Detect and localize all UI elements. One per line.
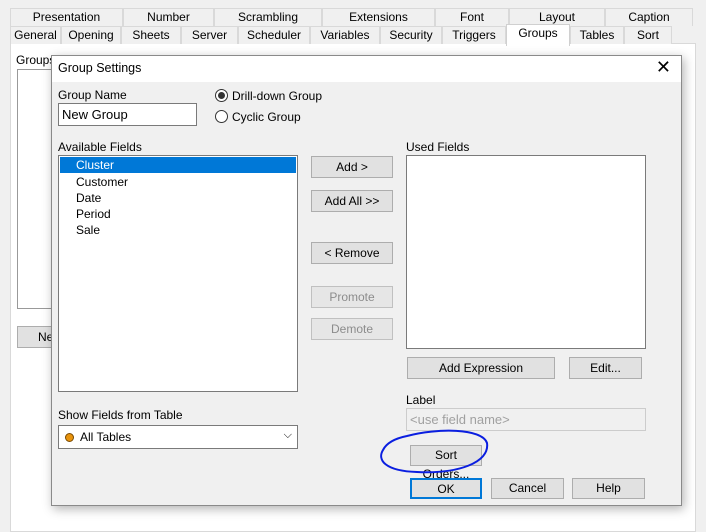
help-button[interactable]: Help [572, 478, 645, 499]
tab-sheets[interactable]: Sheets [121, 26, 181, 44]
ok-button[interactable]: OK [410, 478, 482, 499]
show-fields-select[interactable]: All Tables ⌵ [58, 425, 298, 449]
dialog-title: Group Settings [58, 61, 142, 75]
tab-presentation[interactable]: Presentation [10, 8, 123, 26]
cancel-button[interactable]: Cancel [491, 478, 564, 499]
tab-groups[interactable]: Groups [506, 24, 570, 46]
tab-general[interactable]: General [10, 26, 61, 44]
tab-row-2: General Opening Sheets Server Scheduler … [10, 24, 672, 46]
add-expression-button[interactable]: Add Expression [407, 357, 555, 379]
label-label: Label [406, 393, 436, 407]
chevron-down-icon: ⌵ [283, 429, 292, 441]
available-fields-label: Available Fields [58, 140, 142, 154]
edit-button[interactable]: Edit... [569, 357, 642, 379]
tab-variables[interactable]: Variables [310, 26, 380, 44]
groups-label: Groups [16, 53, 56, 67]
tab-extensions[interactable]: Extensions [322, 8, 435, 26]
group-name-input[interactable] [58, 103, 197, 126]
drilldown-radio[interactable] [215, 89, 228, 102]
close-icon[interactable]: ✕ [656, 57, 671, 78]
list-item[interactable]: Cluster [60, 157, 296, 173]
tab-opening[interactable]: Opening [61, 26, 121, 44]
annotation-circle [380, 429, 489, 474]
tab-tables[interactable]: Tables [570, 26, 624, 44]
drilldown-label[interactable]: Drill-down Group [232, 89, 322, 103]
remove-button[interactable]: < Remove [311, 242, 393, 264]
cyclic-radio[interactable] [215, 110, 228, 123]
available-fields-list[interactable]: Cluster Customer Date Period Sale [58, 155, 298, 392]
demote-button[interactable]: Demote [311, 318, 393, 340]
promote-button[interactable]: Promote [311, 286, 393, 308]
used-fields-list[interactable] [406, 155, 646, 349]
tab-caption[interactable]: Caption [605, 8, 693, 26]
add-all-button[interactable]: Add All >> [311, 190, 393, 212]
group-name-label: Group Name [58, 88, 127, 102]
used-fields-label: Used Fields [406, 140, 470, 154]
tab-server[interactable]: Server [181, 26, 238, 44]
show-fields-label: Show Fields from Table [58, 408, 183, 422]
cyclic-label[interactable]: Cyclic Group [232, 110, 301, 124]
tab-row-1: Presentation Number Scrambling Extension… [10, 8, 693, 26]
tab-triggers[interactable]: Triggers [442, 26, 506, 44]
title-bar: Group Settings ✕ [52, 56, 681, 82]
list-item[interactable]: Period [59, 206, 297, 222]
group-settings-dialog: Group Settings ✕ Group Name Drill-down G… [51, 55, 682, 506]
tab-sort[interactable]: Sort [624, 26, 672, 44]
tab-scrambling[interactable]: Scrambling [214, 8, 322, 26]
list-item[interactable]: Customer [59, 174, 297, 190]
tab-number[interactable]: Number [123, 8, 214, 26]
tab-security[interactable]: Security [380, 26, 442, 44]
show-fields-value: All Tables [80, 430, 132, 444]
tab-font[interactable]: Font [435, 8, 509, 26]
add-button[interactable]: Add > [311, 156, 393, 178]
list-item[interactable]: Sale [59, 222, 297, 238]
table-dot-icon [65, 433, 74, 442]
tab-scheduler[interactable]: Scheduler [238, 26, 310, 44]
list-item[interactable]: Date [59, 190, 297, 206]
